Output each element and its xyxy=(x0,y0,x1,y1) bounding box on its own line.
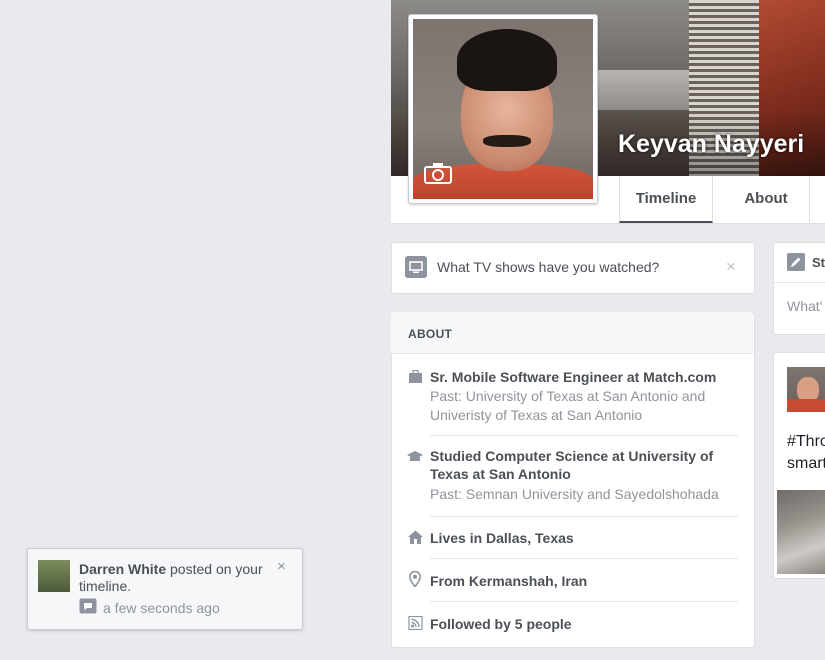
tv-icon xyxy=(405,256,427,278)
tv-prompt-text[interactable]: What TV shows have you watched? xyxy=(437,259,659,275)
profile-picture-moustache xyxy=(483,135,531,147)
post-text: #Thro smart xyxy=(787,431,825,475)
status-tab-label[interactable]: St xyxy=(812,255,825,270)
camera-icon[interactable] xyxy=(424,162,452,184)
graduation-cap-icon xyxy=(407,451,423,461)
about-work-past: Past: University of Texas at San Antonio… xyxy=(430,388,706,423)
about-education-past: Past: Semnan University and Sayedolshoha… xyxy=(430,486,719,502)
rss-feed-icon xyxy=(408,616,423,630)
notification-text[interactable]: Darren White posted on your timeline. xyxy=(79,561,279,595)
location-pin-icon xyxy=(409,571,421,587)
about-followers[interactable]: Followed by 5 people xyxy=(430,615,572,633)
about-divider xyxy=(430,435,738,436)
profile-name[interactable]: Keyvan Nayyeri xyxy=(618,130,804,159)
post-text-line: #Thro xyxy=(787,433,825,450)
about-from[interactable]: From Kermanshah, Iran xyxy=(430,572,587,590)
close-icon[interactable]: × xyxy=(277,558,286,575)
avatar[interactable] xyxy=(787,367,825,412)
notification-actor: Darren White xyxy=(79,561,167,577)
tab-about[interactable]: About xyxy=(721,176,811,221)
about-title[interactable]: ABOUT xyxy=(408,327,452,341)
about-divider xyxy=(430,558,738,559)
about-work[interactable]: Sr. Mobile Software Engineer at Match.co… xyxy=(430,368,740,386)
status-input[interactable]: What' xyxy=(787,298,822,314)
close-icon[interactable]: × xyxy=(726,257,736,277)
about-divider xyxy=(430,601,738,602)
about-education[interactable]: Studied Computer Science at University o… xyxy=(430,447,720,483)
briefcase-icon xyxy=(409,370,422,383)
avatar xyxy=(38,560,70,592)
about-divider xyxy=(430,516,738,517)
post-text-line: smart xyxy=(787,455,825,472)
notification-timestamp: a few seconds ago xyxy=(103,600,220,616)
tab-timeline[interactable]: Timeline xyxy=(619,176,713,223)
about-lives-in[interactable]: Lives in Dallas, Texas xyxy=(430,529,574,547)
nav-divider xyxy=(809,176,810,222)
profile-picture-hair xyxy=(457,29,557,91)
comment-icon xyxy=(79,598,97,614)
home-icon xyxy=(408,530,423,544)
post-image[interactable] xyxy=(777,490,825,574)
pencil-icon xyxy=(787,253,805,271)
